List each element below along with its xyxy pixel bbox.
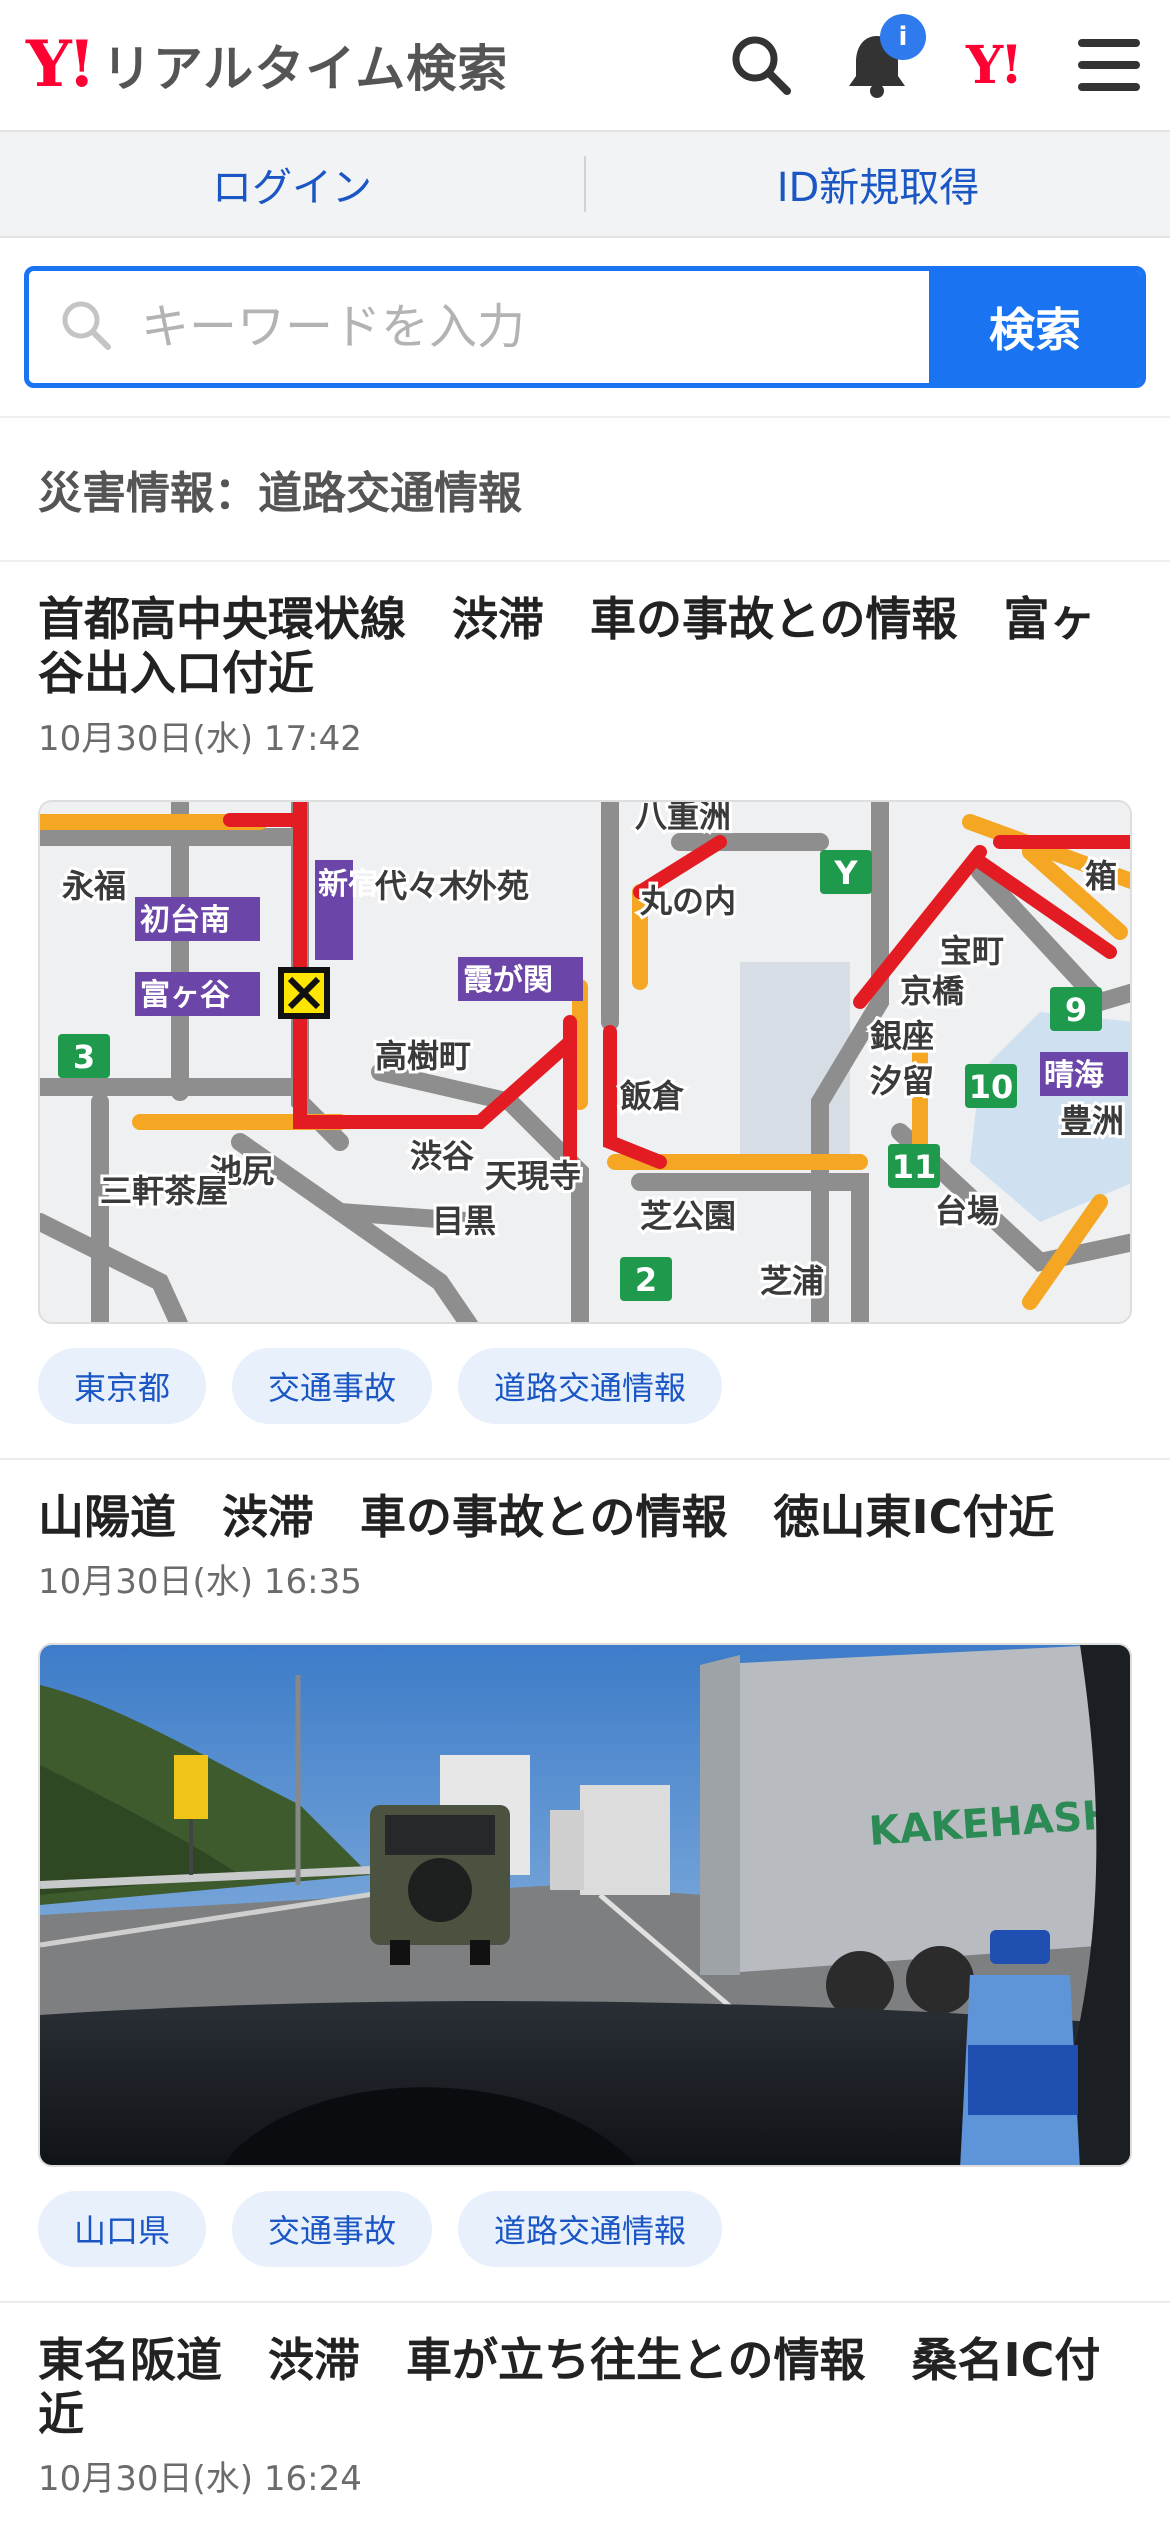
map-label-daiba: 台場 xyxy=(935,1192,999,1230)
map-label-tomigaya: 富ヶ谷 xyxy=(140,978,230,1013)
yahoo-logo-mark: Y! xyxy=(26,27,96,102)
article-item[interactable]: 東名阪道 渋滞 車が立ち往生との情報 桑名IC付近 10月30日(水) 16:2… xyxy=(0,2303,1170,2532)
tag-list: 山口県 交通事故 道路交通情報 xyxy=(38,2190,1132,2267)
tag-chip[interactable]: 交通事故 xyxy=(232,1347,433,1424)
search-field[interactable] xyxy=(29,271,929,383)
map-label-shibuya: 渋谷 xyxy=(410,1137,474,1175)
search-button[interactable]: 検索 xyxy=(929,271,1141,383)
map-label-tengenji: 天現寺 xyxy=(485,1157,581,1195)
search-box: 検索 xyxy=(24,266,1146,388)
map-label-shinjuku: 新宿 xyxy=(318,867,378,902)
tag-chip[interactable]: 道路交通情報 xyxy=(458,1347,723,1424)
notification-badge: i xyxy=(880,14,926,60)
site-title: リアルタイム検索 xyxy=(101,40,509,98)
article-title[interactable]: 山陽道 渋滞 車の事故との情報 徳山東IC付近 xyxy=(38,1490,1132,1544)
map-label-shiodome: 汐留 xyxy=(870,1062,934,1100)
article-title[interactable]: 東名阪道 渋滞 車が立ち往生との情報 桑名IC付近 xyxy=(38,2333,1132,2442)
map-label-ginza: 銀座 xyxy=(870,1017,934,1055)
search-input[interactable] xyxy=(141,299,929,355)
map-label-iikura: 飯倉 xyxy=(620,1077,685,1115)
map-label-shibaura: 芝浦 xyxy=(760,1262,824,1300)
map-label-meguro: 目黒 xyxy=(432,1202,496,1240)
map-route-y: Y xyxy=(833,854,858,892)
article-time: 10月30日(水) 16:35 xyxy=(38,1561,362,1602)
traffic-photo-image[interactable]: KAKEHASHI xyxy=(38,1642,1132,2167)
map-label-takaracho: 宝町 xyxy=(940,932,1004,970)
map-route-3: 3 xyxy=(73,1038,95,1076)
tag-list: 東京都 交通事故 道路交通情報 xyxy=(38,1347,1132,1424)
map-label-gaien: 外苑 xyxy=(465,867,529,905)
map-route-2: 2 xyxy=(635,1261,657,1299)
article-item[interactable]: 首都高中央環状線 渋滞 車の事故との情報 富ヶ谷出入口付近 10月30日(水) … xyxy=(0,562,1170,1460)
map-label-kasumigaseki: 霞が関 xyxy=(463,963,553,998)
map-label-sangenjaya: 三軒茶屋 xyxy=(100,1172,228,1210)
article-time: 10月30日(水) 17:42 xyxy=(38,718,362,759)
map-label-harumi: 晴海 xyxy=(1044,1058,1104,1093)
map-label-hako: 箱 xyxy=(1085,857,1117,895)
map-label-yoyogi: 代々木 xyxy=(374,867,471,905)
map-route-10: 10 xyxy=(969,1068,1014,1106)
map-label-takagicho: 高樹町 xyxy=(375,1037,471,1075)
yahoo-mini-logo: Y! xyxy=(966,34,1023,96)
map-label-shibakoen: 芝公園 xyxy=(640,1197,736,1235)
tag-chip[interactable]: 交通事故 xyxy=(232,2190,433,2267)
tag-chip[interactable]: 道路交通情報 xyxy=(458,2190,723,2267)
hamburger-menu-icon[interactable] xyxy=(1074,30,1144,100)
map-label-kyobashi: 京橋 xyxy=(900,972,965,1010)
login-bar: ログイン ID新規取得 xyxy=(0,132,1170,238)
map-label-eifuku: 永福 xyxy=(62,867,126,905)
map-route-11: 11 xyxy=(892,1148,937,1186)
tag-chip[interactable]: 東京都 xyxy=(38,1347,207,1424)
traffic-map-image[interactable]: 初台南 富ヶ谷 新宿 霞が関 晴海 永福 代々木 外苑 高樹町 渋谷 天現寺 目… xyxy=(38,799,1132,1324)
app-header: Y! リアルタイム検索 i Y! xyxy=(0,0,1170,132)
article-time: 10月30日(水) 16:24 xyxy=(38,2459,362,2500)
map-label-hatsudai: 初台南 xyxy=(140,903,230,938)
yahoo-logo[interactable]: Y! リアルタイム検索 xyxy=(26,29,508,101)
notification-bell-icon[interactable]: i xyxy=(842,14,926,100)
yahoo-account-icon[interactable]: Y! xyxy=(958,30,1028,100)
article-title[interactable]: 首都高中央環状線 渋滞 車の事故との情報 富ヶ谷出入口付近 xyxy=(38,592,1132,701)
tag-chip[interactable]: 山口県 xyxy=(38,2190,207,2267)
map-label-toyosu: 豊洲 xyxy=(1060,1102,1124,1140)
map-label-marunouchi: 丸の内 xyxy=(639,882,736,920)
search-icon[interactable] xyxy=(726,30,796,100)
search-area: 検索 xyxy=(0,238,1170,418)
search-field-icon xyxy=(59,298,113,356)
login-link[interactable]: ログイン xyxy=(0,155,584,213)
map-label-yaesu: 八重洲 xyxy=(635,802,731,835)
section-title: 災害情報：道路交通情報 xyxy=(0,418,1170,562)
article-item[interactable]: 山陽道 渋滞 車の事故との情報 徳山東IC付近 10月30日(水) 16:35 xyxy=(0,1460,1170,2303)
map-route-9: 9 xyxy=(1065,991,1087,1029)
register-link[interactable]: ID新規取得 xyxy=(586,155,1170,213)
